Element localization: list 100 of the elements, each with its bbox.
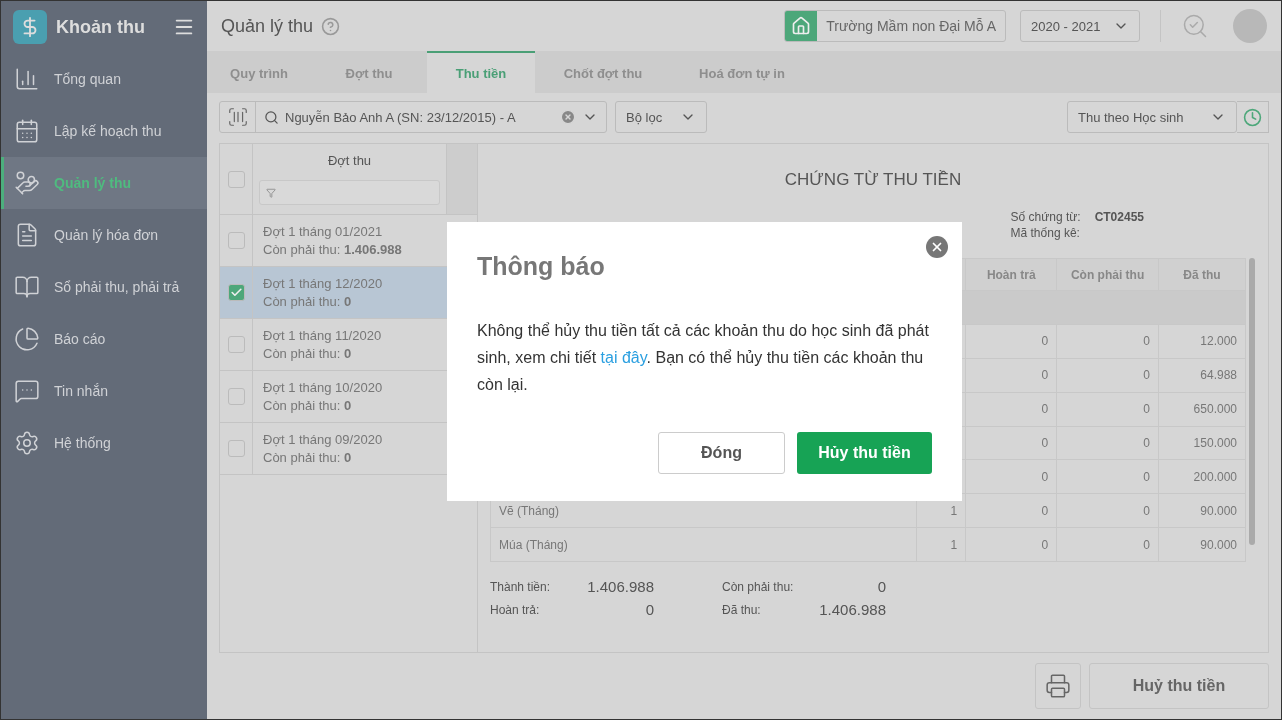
printer-icon <box>1045 673 1071 699</box>
check-icon <box>229 286 243 299</box>
total-value: 1.406.988 <box>818 601 886 618</box>
table-cell: 0 <box>965 493 1057 528</box>
mode-select[interactable]: Thu theo Học sinh <box>1067 101 1237 133</box>
filter-icon <box>266 187 276 198</box>
batch-balance: Còn phải thu: 0 <box>263 294 353 309</box>
sidebar-item[interactable]: Sổ phải thu, phải trả <box>1 261 207 313</box>
batch-balance: Còn phải thu: 0 <box>263 346 353 361</box>
tab[interactable]: Thu tiền <box>427 51 535 93</box>
table-cell: 0 <box>1056 459 1159 494</box>
table-cell: 0 <box>965 459 1057 494</box>
batch-title: Đợt 1 tháng 10/2020 <box>263 380 384 395</box>
sidebar-item[interactable]: Báo cáo <box>1 313 207 365</box>
calendar-icon <box>14 118 40 144</box>
page-title: Quản lý thu <box>221 15 314 37</box>
tab[interactable]: Hoá đơn tự in <box>671 51 813 93</box>
book-icon <box>14 274 40 300</box>
bar-chart-icon <box>14 66 40 92</box>
home-icon <box>785 11 818 41</box>
total-value: 0 <box>644 601 654 618</box>
total-label: Đã thu: <box>722 602 762 617</box>
table-cell: 0 <box>1056 527 1159 562</box>
table-cell: 650.000 <box>1158 392 1246 426</box>
year-select[interactable]: 2020 - 2021 <box>1020 10 1140 42</box>
receipt-number: CT02455 <box>1094 210 1144 224</box>
print-button[interactable] <box>1035 663 1081 709</box>
table-cell: 0 <box>1056 493 1159 528</box>
tab[interactable]: Quy trình <box>207 51 311 93</box>
close-icon[interactable] <box>926 236 948 258</box>
cancel-payment-button[interactable]: Huỷ thu tiền <box>1089 663 1269 709</box>
batch-title: Đợt 1 tháng 12/2020 <box>263 276 384 291</box>
column-header: Đợt thu <box>326 152 373 168</box>
search-value: Nguyễn Bảo Anh A (SN: 23/12/2015) - A <box>285 109 516 125</box>
table-cell: 0 <box>1056 426 1159 460</box>
sidebar-item[interactable]: Quản lý thu <box>1 157 207 209</box>
table-cell: 1 <box>916 527 966 562</box>
row-checkbox[interactable] <box>227 336 245 353</box>
filter-field[interactable] <box>259 180 440 206</box>
batch-title: Đợt 1 tháng 11/2020 <box>263 328 383 343</box>
table-cell: 0 <box>965 527 1057 562</box>
settings-icon <box>14 430 40 456</box>
table-cell: 0 <box>965 324 1057 359</box>
school-selector[interactable]: Trường Mầm non Đại Mỗ A <box>784 10 1006 42</box>
batch-balance: Còn phải thu: 1.406.988 <box>263 242 403 257</box>
table-cell: 0 <box>965 426 1057 460</box>
table-cell: Múa (Tháng) <box>490 527 917 562</box>
row-checkbox[interactable] <box>227 284 245 301</box>
sidebar-item[interactable]: Tin nhắn <box>1 365 207 417</box>
search-icon <box>264 109 279 125</box>
scrollbar[interactable] <box>1249 258 1255 545</box>
table-cell: 90.000 <box>1158 493 1246 528</box>
batch-balance: Còn phải thu: 0 <box>263 450 353 465</box>
tab[interactable]: Chốt đợt thu <box>535 51 671 93</box>
close-button[interactable]: Đóng <box>658 432 785 474</box>
table-cell: 0 <box>1056 324 1159 359</box>
dialog-title: Thông báo <box>477 252 606 281</box>
app-logo-icon <box>13 10 47 44</box>
chat-icon <box>14 378 40 404</box>
details-link[interactable]: tại đây <box>600 349 647 366</box>
sidebar-item[interactable]: Tổng quan <box>1 53 207 105</box>
school-name: Trường Mầm non Đại Mỗ A <box>825 17 997 36</box>
user-avatar[interactable] <box>1233 9 1267 43</box>
table-cell: 64.988 <box>1158 358 1246 393</box>
total-label: Thành tiền: <box>490 579 552 594</box>
sidebar-item[interactable]: Lập kế hoạch thu <box>1 105 207 157</box>
filter-select[interactable]: Bộ lọc <box>615 101 707 133</box>
sidebar-item[interactable]: Quản lý hóa đơn <box>1 209 207 261</box>
table-cell: 12.000 <box>1158 324 1246 359</box>
table-cell: 150.000 <box>1158 426 1246 460</box>
hand-coin-icon <box>14 170 40 196</box>
total-label: Hoàn trả: <box>490 602 541 617</box>
history-button[interactable] <box>1237 101 1269 133</box>
clear-icon[interactable] <box>560 109 576 125</box>
clock-icon <box>1243 107 1262 127</box>
dialog-message: Không thể hủy thu tiền tất cả các khoản thu do học sinh đã phát sinh, xem chi tiết tại đây. Bạn có thể hủy thu tiền các khoản thu còn lại. <box>477 321 930 395</box>
table-cell: 0 <box>1056 358 1159 393</box>
receipt-title: CHỨNG TỪ THU TIỀN <box>783 170 963 190</box>
total-label: Còn phải thu: <box>722 579 795 594</box>
confirm-button[interactable]: Hủy thu tiền <box>797 432 932 474</box>
batch-title: Đợt 1 tháng 09/2020 <box>263 432 384 447</box>
tab[interactable]: Đợt thu <box>311 51 427 93</box>
column-header: Đã thu <box>1158 258 1246 291</box>
table-cell: 200.000 <box>1158 459 1246 494</box>
select-all-checkbox[interactable] <box>227 170 245 188</box>
student-search-field[interactable]: Nguyễn Bảo Anh A (SN: 23/12/2015) - A <box>219 101 607 133</box>
table-cell: 0 <box>1056 392 1159 426</box>
row-checkbox[interactable] <box>227 232 245 249</box>
row-checkbox[interactable] <box>227 440 245 457</box>
batch-title: Đợt 1 tháng 01/2021 <box>263 224 384 239</box>
help-icon[interactable] <box>321 16 341 36</box>
row-checkbox[interactable] <box>227 388 245 405</box>
pie-chart-icon <box>14 326 40 352</box>
sidebar-item[interactable]: Hệ thống <box>1 417 207 469</box>
field-label: Mã thống kê: <box>1010 226 1081 240</box>
column-header: Còn phải thu <box>1056 258 1159 291</box>
column-header: Hoàn trả <box>965 258 1057 291</box>
table-cell: 90.000 <box>1158 527 1246 562</box>
field-label: Số chứng từ: <box>1010 210 1081 224</box>
total-value: 1.406.988 <box>586 578 654 595</box>
